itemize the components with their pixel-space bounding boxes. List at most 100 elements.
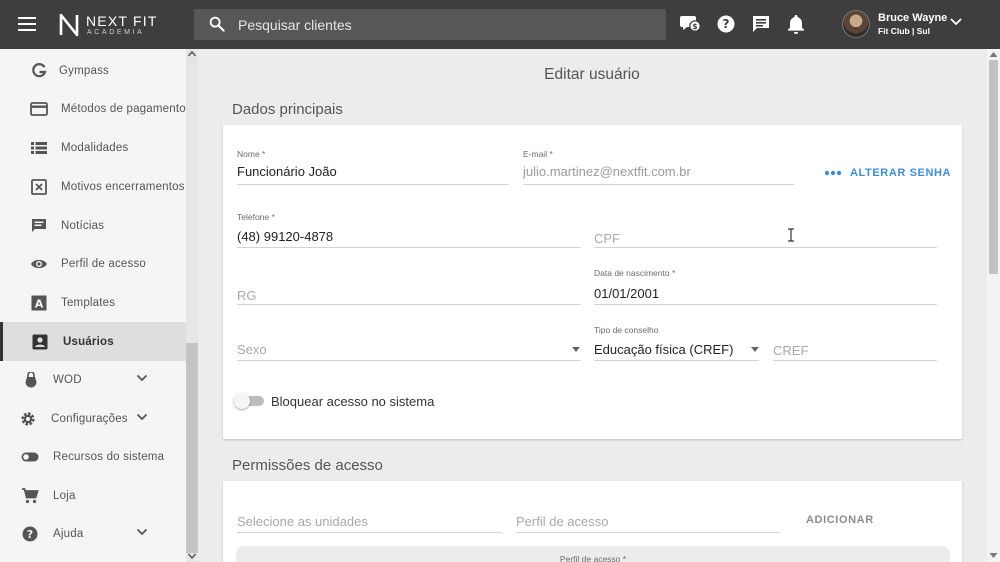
- notifications-bell-icon[interactable]: [785, 13, 807, 35]
- scroll-down-arrow-icon[interactable]: [989, 552, 998, 559]
- table-header-label: Perfil de acesso *: [559, 554, 627, 562]
- unidades-select[interactable]: Selecione as unidades: [237, 496, 502, 533]
- cpf-field[interactable]: CPF: [594, 212, 937, 248]
- rg-field[interactable]: RG: [237, 269, 581, 305]
- search-input[interactable]: [238, 9, 648, 40]
- dropdown-arrow-icon: [751, 347, 759, 352]
- sidebar-item-noticias[interactable]: Notícias: [0, 206, 186, 245]
- sidebar-item-templates[interactable]: A Templates: [0, 283, 186, 322]
- field-underline: [516, 532, 781, 533]
- sidebar-item-label: Recursos do sistema: [53, 450, 165, 463]
- sidebar-item-label: Loja: [53, 489, 76, 502]
- sidebar-item-label: Métodos de pagamento: [61, 102, 186, 115]
- bloquear-acesso-label[interactable]: Bloquear acesso no sistema: [271, 394, 434, 409]
- sidebar-item-label: Modalidades: [61, 141, 129, 154]
- bloquear-acesso-toggle[interactable]: [234, 393, 266, 409]
- sexo-select[interactable]: Sexo: [237, 325, 581, 361]
- scroll-down-arrow-icon[interactable]: [187, 552, 197, 560]
- cref-field[interactable]: CREF: [773, 325, 937, 361]
- sidebar-item-configuracoes[interactable]: Configurações: [0, 399, 186, 438]
- perfil-acesso-value: Perfil de acesso: [516, 514, 609, 529]
- sidebar-item-motivos-encerramentos[interactable]: Motivos encerramentos: [0, 167, 186, 206]
- sidebar-item-perfil-acesso[interactable]: Perfil de acesso: [0, 244, 186, 283]
- sidebar-item-ajuda[interactable]: ? Ajuda: [0, 514, 186, 553]
- section-title-dados: Dados principais: [232, 101, 343, 118]
- sidebar-item-label: Perfil de acesso: [61, 257, 147, 270]
- list-icon: [30, 139, 48, 157]
- sidebar-item-gympass[interactable]: Gympass: [0, 51, 186, 90]
- sidebar-scrollbar-thumb[interactable]: [186, 343, 198, 553]
- field-underline: [594, 360, 759, 361]
- message-icon: [30, 217, 48, 235]
- scroll-up-arrow-icon[interactable]: [187, 50, 197, 58]
- field-underline: [237, 360, 581, 361]
- sidebar-item-usuarios[interactable]: Usuários: [0, 322, 186, 361]
- field-underline: [237, 532, 502, 533]
- help-icon[interactable]: ?: [715, 13, 737, 35]
- account-box-icon: [31, 333, 49, 351]
- scroll-up-arrow-icon[interactable]: [989, 51, 998, 58]
- tipo-conselho-value: Educação física (CREF): [594, 342, 734, 357]
- tipo-conselho-select[interactable]: Tipo de conselho Educação física (CREF): [594, 325, 759, 361]
- user-name[interactable]: Bruce Wayne: [878, 12, 947, 24]
- field-underline: [594, 304, 937, 305]
- menu-icon[interactable]: [14, 12, 40, 36]
- main-scrollbar-thumb[interactable]: [989, 60, 998, 274]
- telefone-field[interactable]: Telefone * (48) 99120-4878: [237, 212, 581, 248]
- close-box-icon: [30, 178, 48, 196]
- field-underline: [237, 184, 509, 185]
- sidebar-item-modalidades[interactable]: Modalidades: [0, 128, 186, 167]
- telefone-input[interactable]: (48) 99120-4878: [237, 229, 333, 244]
- sidebar-item-loja[interactable]: Loja: [0, 476, 186, 515]
- sidebar-item-label: Usuários: [63, 335, 114, 348]
- sidebar-item-label: Gympass: [59, 64, 109, 77]
- chevron-down-icon: [136, 413, 148, 421]
- data-nascimento-input[interactable]: 01/01/2001: [594, 286, 659, 301]
- nome-input[interactable]: Funcionário João: [237, 164, 337, 179]
- sidebar-item-label: Configurações: [51, 412, 128, 425]
- rg-input[interactable]: RG: [237, 288, 257, 303]
- perfil-acesso-select[interactable]: Perfil de acesso: [516, 496, 781, 533]
- field-underline: [594, 247, 937, 248]
- sidebar-item-label: WOD: [53, 373, 82, 386]
- search-icon: [209, 16, 225, 32]
- nome-field[interactable]: Nome * Funcionário João: [237, 149, 509, 185]
- user-club[interactable]: Fit Club | Sul: [878, 26, 930, 36]
- cpf-input[interactable]: CPF: [594, 231, 620, 246]
- dropdown-arrow-icon: [572, 347, 580, 352]
- field-underline: [237, 247, 581, 248]
- field-label: E-mail *: [523, 149, 553, 159]
- data-nascimento-field[interactable]: Data de nascimento * 01/01/2001: [594, 268, 937, 305]
- chevron-down-icon: [136, 374, 148, 382]
- field-label: Data de nascimento *: [594, 268, 676, 278]
- adicionar-button[interactable]: ADICIONAR: [806, 514, 874, 526]
- svg-text:$: $: [692, 22, 697, 31]
- email-field[interactable]: E-mail * julio.martinez@nextfit.com.br: [523, 149, 794, 185]
- page-title: Editar usuário: [544, 66, 640, 83]
- sidebar-item-metodos-pagamento[interactable]: Métodos de pagamento: [0, 89, 186, 128]
- toggle-knob: [234, 393, 250, 409]
- sidebar-item-label: Notícias: [61, 219, 105, 232]
- financial-chat-icon[interactable]: $: [680, 13, 702, 35]
- field-underline: [773, 360, 937, 361]
- cref-input[interactable]: CREF: [773, 343, 808, 358]
- chevron-down-icon: [136, 528, 148, 536]
- text-cursor-icon: [788, 228, 794, 242]
- svg-text:A: A: [35, 297, 44, 310]
- sidebar-item-label: Ajuda: [53, 527, 84, 540]
- messages-icon[interactable]: [750, 13, 772, 35]
- alterar-senha-button[interactable]: ALTERAR SENHA: [824, 164, 951, 182]
- logo-mark-icon: [59, 13, 79, 37]
- search-bar[interactable]: [194, 9, 666, 40]
- chevron-down-icon[interactable]: [949, 17, 963, 27]
- help-icon: ?: [21, 525, 39, 543]
- field-underline: [237, 304, 581, 305]
- gear-icon: [19, 410, 37, 428]
- field-label: Tipo de conselho: [594, 325, 659, 335]
- gympass-g-icon: [30, 62, 48, 80]
- sidebar-item-recursos-sistema[interactable]: Recursos do sistema: [0, 437, 186, 476]
- section-title-permissoes: Permissões de acesso: [232, 457, 383, 474]
- avatar[interactable]: [842, 10, 870, 38]
- email-input[interactable]: julio.martinez@nextfit.com.br: [523, 164, 691, 179]
- sidebar-item-wod[interactable]: WOD: [0, 360, 186, 399]
